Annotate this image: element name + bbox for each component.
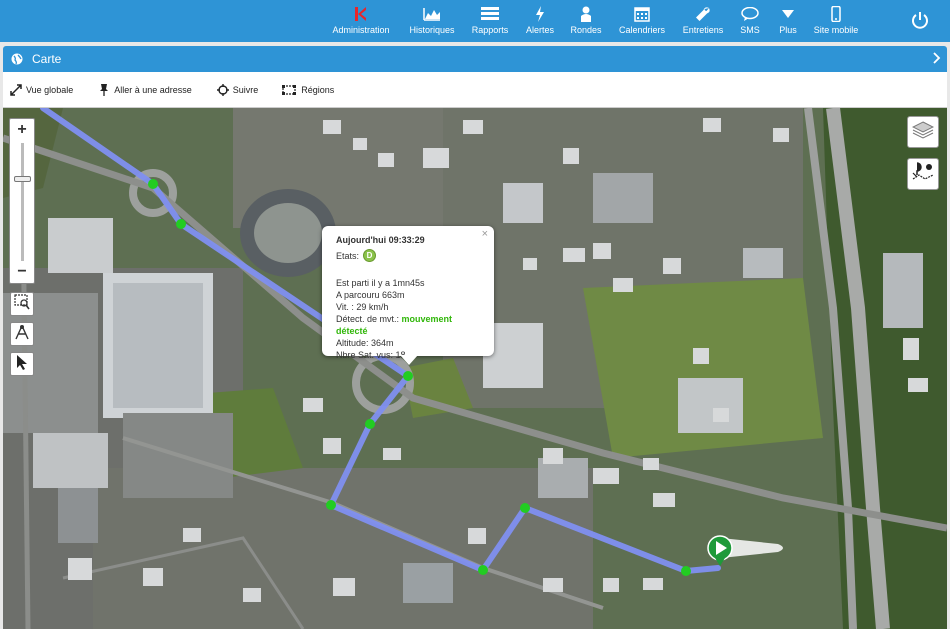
follow-label: Suivre [232, 84, 259, 95]
pushpin-icon [97, 83, 111, 96]
layers-icon [911, 120, 935, 145]
measure-button[interactable] [10, 322, 34, 346]
wrench-icon [694, 6, 712, 22]
popup-altitude: Altitude: 364m [336, 338, 394, 348]
route-points-button[interactable] [907, 158, 939, 190]
panel-title: Carte [32, 52, 62, 66]
region-select-icon [282, 84, 298, 96]
nav-plus[interactable]: Plus [776, 0, 800, 42]
route-pins-icon [911, 161, 935, 188]
expand-icon [9, 83, 23, 96]
nav-site-mobile[interactable]: Site mobile [812, 0, 860, 42]
nav-sms[interactable]: SMS [738, 0, 762, 42]
zoom-in-button[interactable]: + [10, 119, 34, 141]
global-view-label: Vue globale [26, 84, 74, 95]
map-toolbar: Vue globale Aller à une adresse Suivre R… [3, 72, 947, 108]
popup-timestamp: Aujourd'hui 09:33:29 [336, 235, 425, 245]
chat-icon [741, 6, 759, 22]
nav-historiques[interactable]: Historiques [406, 0, 458, 42]
global-view-button[interactable]: Vue globale [9, 83, 74, 96]
goto-address-button[interactable]: Aller à une adresse [97, 83, 192, 96]
crosshair-icon [216, 83, 230, 96]
popup-close-button[interactable]: × [482, 228, 488, 240]
zoom-out-button[interactable]: − [10, 261, 34, 283]
cursor-icon [15, 354, 29, 375]
admin-icon [352, 6, 370, 22]
follow-button[interactable]: Suivre [216, 83, 259, 96]
nav-label: Site mobile [813, 25, 859, 35]
map-panel-header: Carte [3, 46, 947, 72]
select-pointer-button[interactable] [10, 352, 34, 376]
nav-alertes[interactable]: Alertes [522, 0, 558, 42]
zoom-track[interactable] [21, 143, 24, 261]
guard-icon [577, 6, 595, 22]
mobile-icon [827, 6, 845, 22]
popup-states: Etats: D [336, 249, 480, 262]
nav-entretiens[interactable]: Entretiens [682, 0, 724, 42]
nav-label: Rapports [471, 25, 509, 35]
nav-rondes[interactable]: Rondes [568, 0, 604, 42]
states-label: Etats: [336, 250, 360, 261]
popup-motion: Détect. de mvt.: mouvement détecté [336, 313, 480, 337]
compass-icon [14, 324, 30, 345]
layers-button[interactable] [907, 116, 939, 148]
bolt-icon [531, 6, 549, 22]
zoom-control: + − [9, 118, 35, 284]
caret-down-icon [779, 6, 797, 22]
satellite-map[interactable]: + − × Aujourd'hui 09:33:29 Etats: D Est … [3, 108, 947, 629]
regions-label: Régions [301, 84, 335, 95]
nav-label: Entretiens [682, 25, 724, 35]
nav-label: Alertes [525, 25, 554, 35]
zoom-box-icon [14, 293, 30, 315]
area-chart-icon [423, 6, 441, 22]
power-icon[interactable] [910, 10, 930, 30]
nav-label: Historiques [409, 25, 455, 35]
nav-label: SMS [740, 25, 760, 35]
popup-departed: Est parti il y a 1mn45s [336, 278, 425, 288]
top-nav-bar: Administration Historiques Rapports Aler… [0, 0, 950, 42]
chevron-right-icon[interactable] [933, 52, 941, 67]
popup-distance: A parcouru 663m [336, 290, 405, 300]
popup-tail [400, 355, 418, 365]
vehicle-info-popup: × Aujourd'hui 09:33:29 Etats: D Est part… [322, 226, 494, 365]
nav-label: Administration [332, 25, 390, 35]
nav-administration[interactable]: Administration [330, 0, 392, 42]
state-badge-icon: D [363, 249, 377, 262]
nav-label: Plus [779, 25, 797, 35]
list-icon [481, 6, 499, 22]
popup-speed: Vit. : 29 km/h [336, 302, 389, 312]
regions-button[interactable]: Régions [282, 84, 334, 96]
zoom-slider-thumb[interactable] [14, 176, 31, 182]
motion-label: Détect. de mvt.: [336, 314, 402, 324]
nav-label: Rondes [570, 25, 602, 35]
zoom-box-button[interactable] [10, 292, 34, 316]
nav-rapports[interactable]: Rapports [468, 0, 512, 42]
main-nav: Administration Historiques Rapports Aler… [330, 0, 860, 42]
globe-icon [11, 53, 23, 65]
nav-calendriers[interactable]: Calendriers [616, 0, 668, 42]
goto-address-label: Aller à une adresse [114, 84, 192, 95]
calendar-icon [633, 6, 651, 22]
map-imagery [3, 108, 947, 629]
nav-label: Calendriers [618, 25, 666, 35]
